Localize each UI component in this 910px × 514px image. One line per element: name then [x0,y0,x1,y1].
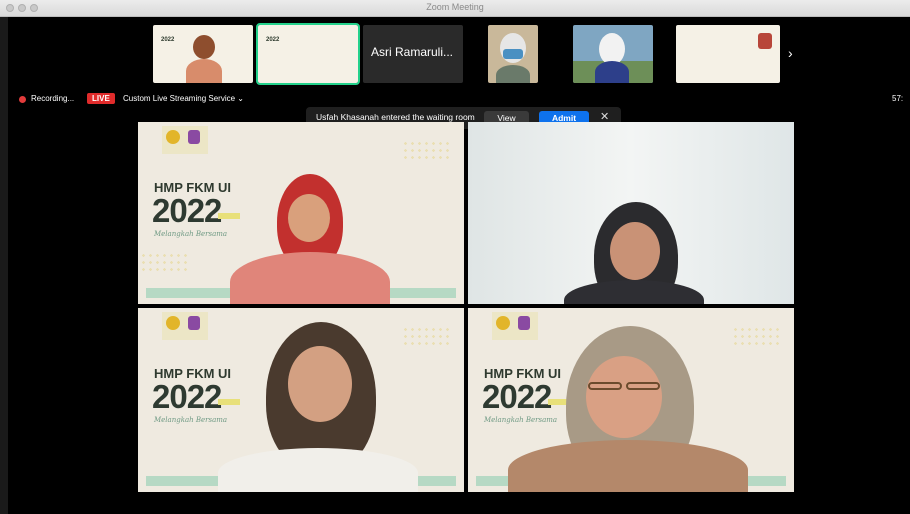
background-year: 2022 [482,378,552,415]
participant-body [230,252,390,304]
participant-body [508,440,748,492]
participant-face [586,356,662,438]
social-links [378,252,458,292]
chevron-right-icon[interactable]: › [788,45,793,61]
participant-body [564,280,704,304]
thumbnail-year: 2022 [266,37,280,43]
video-tile-2[interactable] [468,122,794,304]
participant-face [288,346,352,422]
background-year: 2022 [152,378,222,415]
decor-bar [218,213,240,219]
decor-dots [402,326,452,348]
participant-body [595,61,629,83]
decor-dots [140,252,190,274]
chevron-down-icon: ⌄ [237,94,244,103]
live-badge[interactable]: LIVE [87,93,115,104]
video-tile-1[interactable]: HMP FKM UI 2022 Melangkah Bersama [138,122,464,304]
window-titlebar: Zoom Meeting [0,0,910,17]
university-logo-icon [166,130,180,144]
participant-name: Asri Ramaruli... [371,45,454,59]
hmp-logo-icon [518,316,530,330]
participant-glasses [588,382,622,390]
university-logo-icon [496,316,510,330]
background-tagline: Melangkah Bersama [154,230,228,238]
waiting-room-message: Usfah Khasanah entered the waiting room [316,112,475,122]
participant-face [288,194,330,242]
thumbnail-year: 2022 [161,37,175,43]
participant-thumbnail[interactable]: 2022 [153,25,253,83]
video-tile-3[interactable]: HMP FKM UI 2022 Melangkah Bersama [138,308,464,492]
stream-label: Custom Live Streaming Service [123,94,236,103]
participant-thumbnail-active[interactable]: 2022 [256,23,360,85]
university-logo-icon [166,316,180,330]
participant-thumbnail[interactable] [573,25,653,83]
background-year: 2022 [152,192,222,229]
video-tile-4[interactable]: HMP FKM UI 2022 Melangkah Bersama [468,308,794,492]
participant-mask [503,49,523,59]
decor-bar [218,399,240,405]
recording-label[interactable]: Recording... [31,94,74,103]
participant-face [610,222,660,280]
live-stream-menu[interactable]: Custom Live Streaming Service ⌄ [123,94,244,103]
participant-thumbnail[interactable] [676,25,780,83]
participant-body [186,59,222,83]
participant-glasses [626,382,660,390]
background-tagline: Melangkah Bersama [154,416,228,424]
meeting-timer: 57: [892,94,904,103]
hmp-logo-icon [188,130,200,144]
recording-dot-icon [19,96,26,103]
meeting-content: 2022 2022 Asri Ramaruli... › Recording..… [8,17,910,514]
participant-thumbnail[interactable]: Asri Ramaruli... [363,25,463,83]
window-title: Zoom Meeting [426,2,484,12]
participant-body [218,448,418,492]
background-tagline: Melangkah Bersama [484,416,558,424]
participant-thumbnail[interactable] [488,25,538,83]
participant-avatar [193,35,215,59]
decor-dots [732,326,782,348]
decor-dots [402,140,452,162]
participant-body [496,65,530,83]
slide-logo [758,33,772,49]
hmp-logo-icon [188,316,200,330]
